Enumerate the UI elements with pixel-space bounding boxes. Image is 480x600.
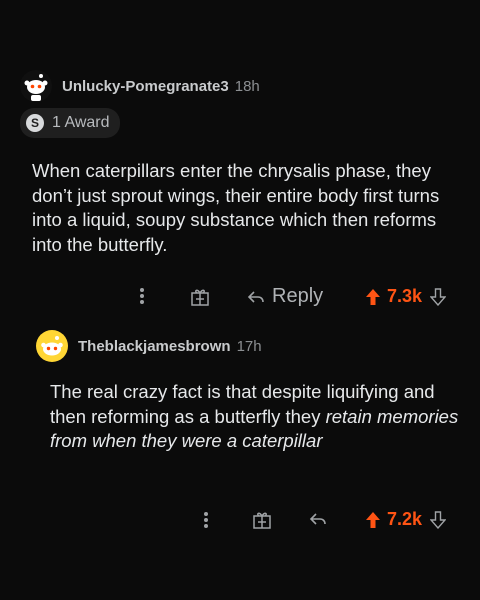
downvote-icon[interactable] xyxy=(430,287,447,306)
comment-header: Unlucky-Pomegranate3 18h xyxy=(20,70,260,102)
award-icon: S xyxy=(26,114,44,132)
upvote-icon[interactable] xyxy=(365,288,381,306)
award-badge[interactable]: S 1 Award xyxy=(20,108,120,138)
reply-label: Reply xyxy=(272,284,324,307)
snoo-avatar-icon xyxy=(20,70,52,102)
reply-button[interactable]: Reply xyxy=(246,284,323,308)
username[interactable]: Theblackjamesbrown xyxy=(78,338,231,355)
reply-icon xyxy=(309,513,326,525)
give-award-button[interactable] xyxy=(190,287,210,307)
more-options-button[interactable] xyxy=(138,286,146,306)
score: 7.3k xyxy=(387,286,423,306)
comment-text: When caterpillars enter the chrysalis ph… xyxy=(32,160,440,255)
reply-icon xyxy=(247,291,264,303)
comment-header: Theblackjamesbrown 17h xyxy=(36,330,262,362)
vote-controls: 7.3k xyxy=(365,286,447,307)
award-label: 1 Award xyxy=(52,114,110,131)
timestamp: 18h xyxy=(234,77,260,95)
more-options-button[interactable] xyxy=(202,510,210,530)
comment-text: The real crazy fact is that despite liqu… xyxy=(50,380,460,454)
more-icon xyxy=(204,512,208,528)
avatar[interactable] xyxy=(36,330,68,362)
downvote-icon[interactable] xyxy=(430,510,447,529)
gift-icon xyxy=(191,289,209,306)
comment-body: When caterpillars enter the chrysalis ph… xyxy=(32,159,462,257)
comment-actions: Reply 7.3k xyxy=(0,284,480,312)
more-icon xyxy=(140,288,144,304)
comment-body: The real crazy fact is that despite liqu… xyxy=(50,380,460,454)
avatar[interactable] xyxy=(20,70,52,102)
upvote-icon[interactable] xyxy=(365,511,381,529)
username[interactable]: Unlucky-Pomegranate3 xyxy=(62,78,229,95)
score: 7.2k xyxy=(387,509,423,529)
give-award-button[interactable] xyxy=(252,510,272,530)
comment-actions: 7.2k xyxy=(0,506,480,534)
reply-button[interactable] xyxy=(308,510,328,530)
gift-icon xyxy=(253,512,271,529)
timestamp: 17h xyxy=(236,337,262,355)
snoo-avatar-icon xyxy=(36,330,68,362)
vote-controls: 7.2k xyxy=(365,509,447,530)
